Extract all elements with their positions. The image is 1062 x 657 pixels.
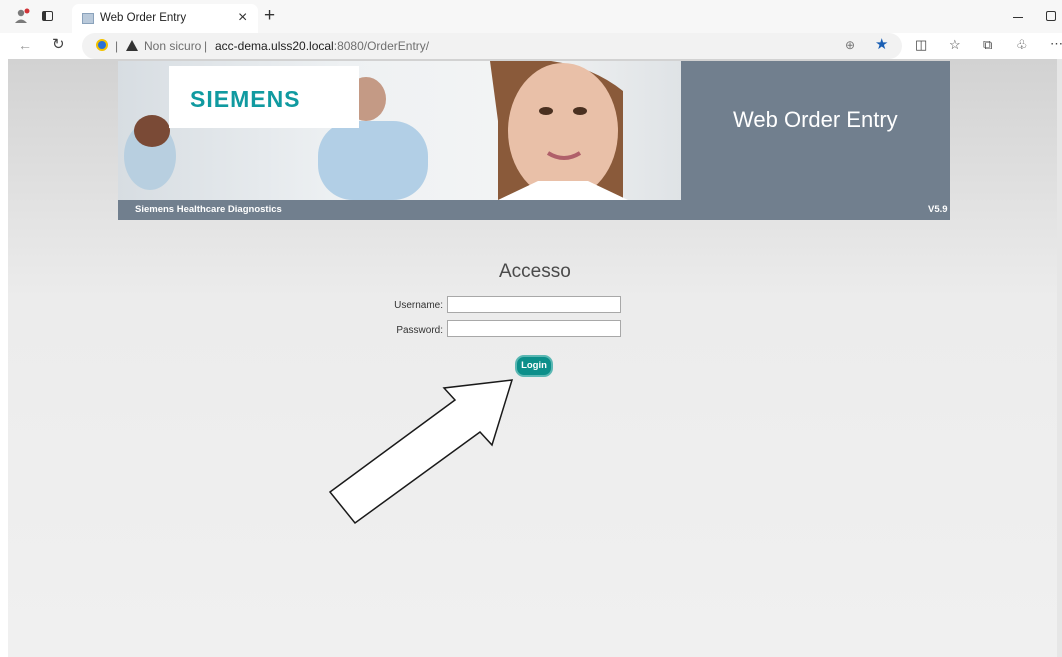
profile-icon[interactable]: [14, 8, 30, 24]
password-input[interactable]: [447, 320, 621, 337]
extension-icon[interactable]: ♧: [1016, 38, 1028, 51]
login-heading: Accesso: [499, 261, 571, 282]
more-menu-icon[interactable]: ⋯: [1050, 37, 1062, 50]
favorite-star-icon[interactable]: ★: [875, 37, 888, 52]
address-separator: |: [115, 39, 119, 53]
collections-icon[interactable]: ⧉: [983, 38, 992, 51]
tab-title: Web Order Entry: [100, 12, 187, 24]
page-favicon-icon: [82, 13, 94, 24]
address-separator-2: |: [204, 39, 208, 53]
url-text[interactable]: acc-dema.ulss20.local:8080/OrderEntry/: [215, 39, 429, 53]
warning-icon[interactable]: [126, 40, 138, 51]
siemens-logo: SIEMENS: [190, 86, 301, 112]
refresh-icon[interactable]: ↻: [52, 37, 65, 52]
login-button[interactable]: Login: [515, 355, 553, 377]
favorites-list-icon[interactable]: ☆: [949, 38, 961, 51]
username-label: Username:: [394, 300, 443, 311]
minimize-icon[interactable]: [1013, 17, 1023, 18]
tab-close-icon[interactable]: ×: [238, 9, 247, 27]
split-screen-icon[interactable]: ◫: [915, 38, 927, 51]
app-title: Web Order Entry: [733, 107, 898, 132]
pointer-arrow-icon: [328, 379, 514, 525]
new-tab-button[interactable]: +: [264, 5, 275, 27]
company-name: Siemens Healthcare Diagnostics: [135, 204, 282, 215]
url-host: acc-dema.ulss20.local: [215, 39, 334, 53]
back-icon[interactable]: ←: [18, 38, 32, 52]
password-label: Password:: [396, 325, 443, 336]
security-label[interactable]: Non sicuro: [144, 39, 201, 53]
username-input[interactable]: [447, 296, 621, 313]
zoom-icon[interactable]: ⊕: [845, 39, 855, 51]
tab-actions-icon[interactable]: [42, 11, 53, 21]
tab-web-order-entry[interactable]: Web Order Entry ×: [72, 4, 258, 33]
url-path: :8080/OrderEntry/: [333, 39, 430, 53]
vertical-scrollbar[interactable]: [1057, 59, 1062, 657]
version-label: V5.9: [928, 204, 948, 215]
ie-mode-icon[interactable]: [96, 39, 108, 51]
restore-icon[interactable]: [1046, 11, 1056, 21]
